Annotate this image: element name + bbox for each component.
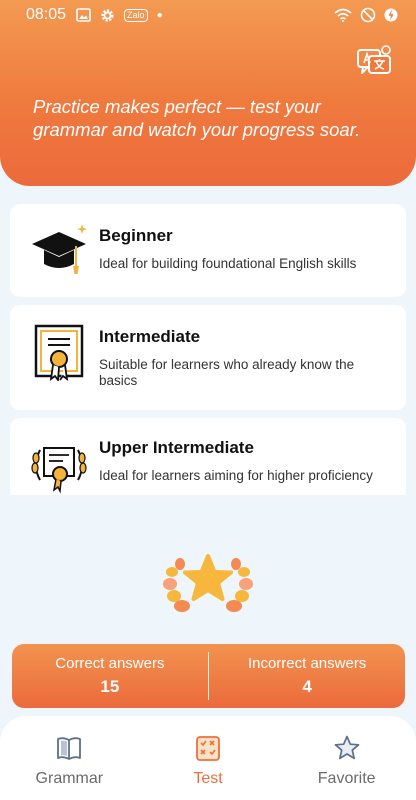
correct-answers-label: Correct answers [55, 655, 165, 672]
nav-item-test[interactable]: Test [139, 716, 278, 800]
battery-charging-icon [384, 7, 398, 23]
incorrect-answers-box: Incorrect answers 4 [209, 644, 405, 708]
correct-answers-box: Correct answers 15 [12, 644, 208, 708]
star-outline-icon [334, 735, 360, 760]
bottom-nav: Grammar Test Favorite [0, 716, 416, 800]
translate-icon [357, 45, 391, 74]
level-text: Upper Intermediate Ideal for learners ai… [99, 438, 390, 484]
do-not-disturb-icon [360, 7, 376, 23]
incorrect-answers-value: 4 [302, 677, 312, 696]
level-title: Intermediate [99, 327, 201, 346]
nav-label-favorite: Favorite [317, 770, 376, 787]
nav-item-favorite[interactable]: Favorite [277, 716, 416, 800]
gallery-icon [76, 8, 91, 22]
status-icons-left: Zalo ● [76, 8, 163, 23]
star-laurel-icon [163, 554, 253, 612]
correct-answers-value: 15 [100, 677, 120, 696]
incorrect-answers-label: Incorrect answers [247, 655, 367, 672]
level-list: Beginner Ideal for building foundational… [0, 195, 416, 495]
header-tagline: Practice makes perfect — test your gramm… [33, 96, 361, 140]
book-icon [57, 737, 82, 760]
settings-gear-icon [100, 8, 115, 23]
status-icons-right [334, 7, 398, 23]
score-summary: Correct answers 15 Incorrect answers 4 [12, 644, 405, 708]
dot-icon: ● [156, 9, 163, 21]
level-card-beginner[interactable]: Beginner Ideal for building foundational… [10, 204, 406, 297]
level-title: Beginner [99, 226, 173, 245]
translate-button[interactable] [356, 44, 392, 78]
level-description: Suitable for learners who already know t… [99, 357, 355, 388]
nav-label-grammar: Grammar [35, 770, 104, 787]
test-sheet-icon [196, 736, 220, 761]
nav-item-grammar[interactable]: Grammar [0, 716, 139, 800]
status-time: 08:05 [26, 6, 67, 23]
nav-label-test: Test [193, 770, 223, 787]
level-card-upper-intermediate[interactable]: Upper Intermediate Ideal for learners ai… [10, 418, 406, 495]
graduation-cap-icon [32, 224, 87, 274]
zalo-icon: Zalo [124, 8, 148, 22]
level-description: Ideal for learners aiming for higher pro… [99, 468, 373, 483]
wifi-icon [334, 8, 352, 22]
level-text: Intermediate Suitable for learners who a… [99, 327, 390, 389]
level-card-intermediate[interactable]: Intermediate Suitable for learners who a… [10, 305, 406, 410]
certificate-icon [34, 324, 84, 381]
laurel-certificate-icon [31, 447, 87, 494]
level-description: Ideal for building foundational English … [99, 256, 357, 271]
status-bar: 08:05 Zalo ● [0, 0, 416, 30]
level-title: Upper Intermediate [99, 438, 254, 457]
level-text: Beginner Ideal for building foundational… [99, 226, 390, 272]
